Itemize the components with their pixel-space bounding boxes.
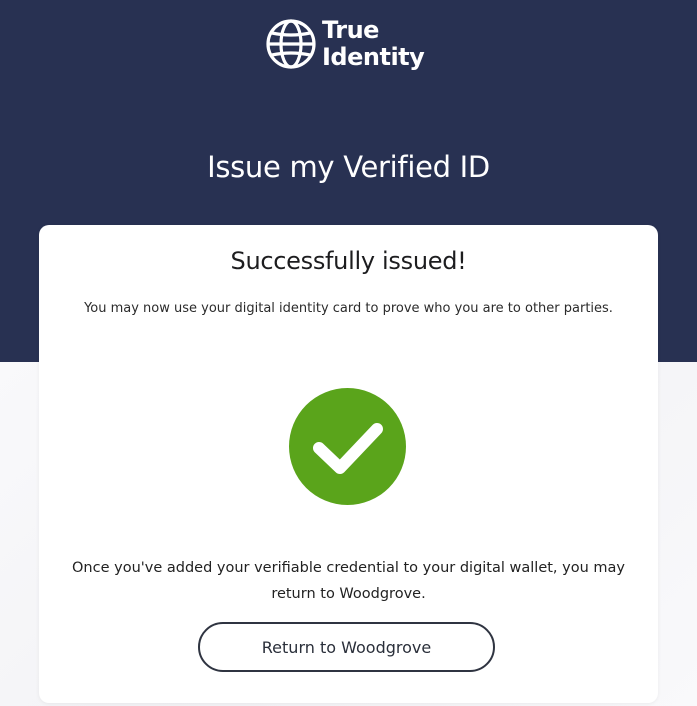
check-circle-icon [289, 388, 406, 505]
page-title: Issue my Verified ID [207, 150, 490, 184]
return-button-label: Return to Woodgrove [261, 637, 432, 657]
brand-name-line2: Identity [322, 43, 425, 71]
success-heading: Successfully issued! [230, 247, 467, 275]
followup-text: Once you've added your verifiable creden… [72, 560, 625, 602]
brand-name: True Identity [322, 16, 425, 71]
brand-logo: True Identity [264, 14, 425, 74]
success-description: You may now use your digital identity ca… [84, 301, 613, 316]
globe-icon [266, 19, 316, 69]
issuance-card: Successfully issued! You may now use you… [39, 225, 658, 703]
return-to-woodgrove-button[interactable]: Return to Woodgrove [198, 622, 495, 672]
brand-name-line1: True [322, 16, 379, 44]
